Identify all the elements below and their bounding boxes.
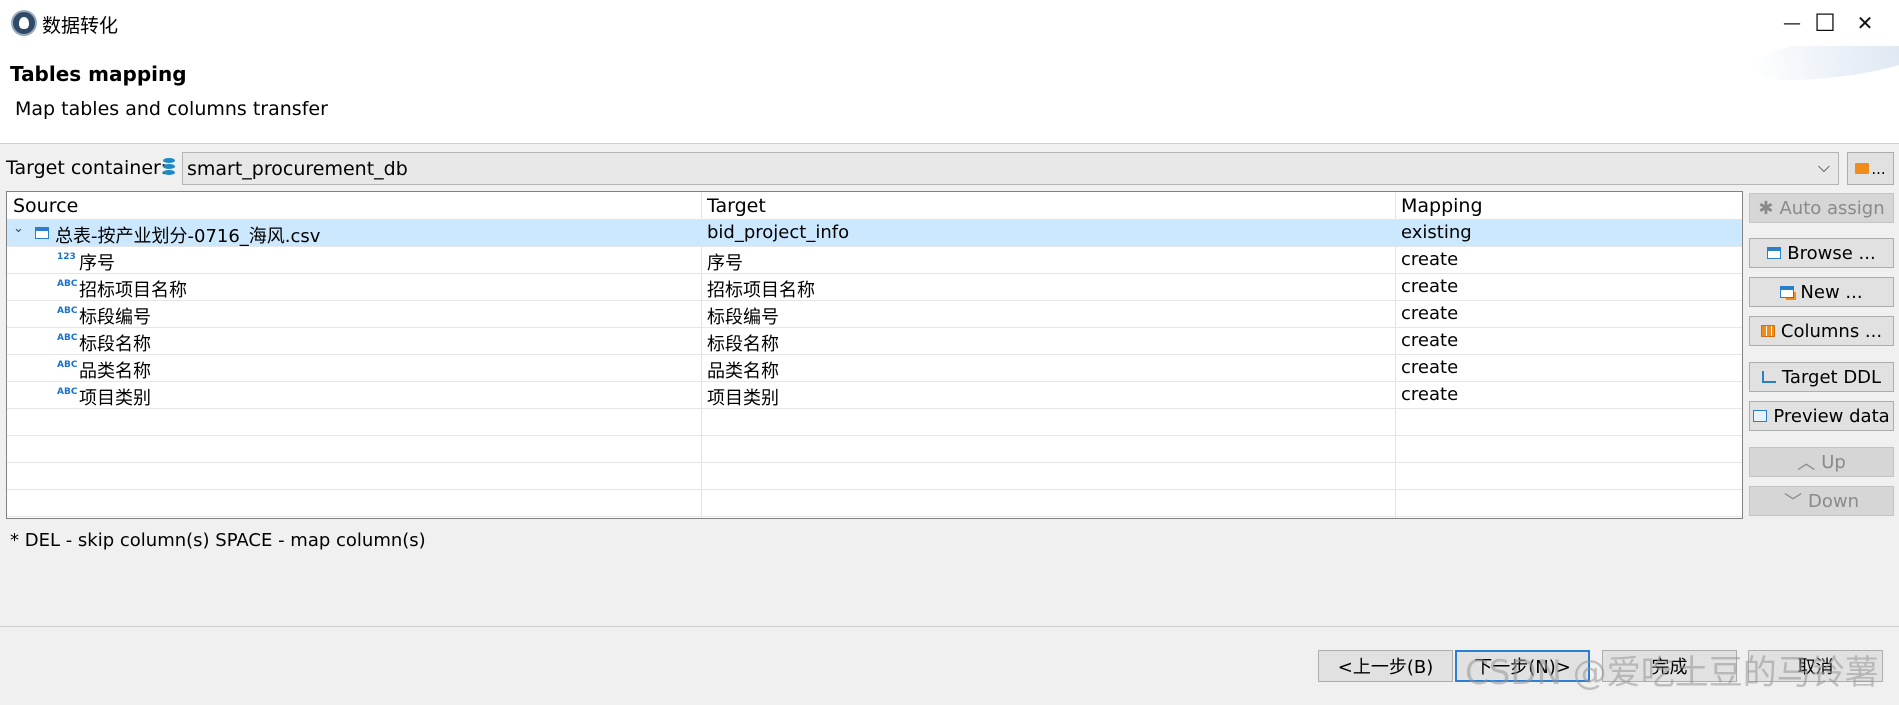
window-title: 数据转化 xyxy=(42,15,119,37)
columns-button[interactable]: Columns ... xyxy=(1749,316,1894,346)
down-label: Down xyxy=(1807,490,1859,512)
table-header: Source Target Mapping xyxy=(7,192,1742,220)
source-cell: 序号 xyxy=(79,253,115,274)
mapping-cell: create xyxy=(1401,384,1459,405)
auto-assign-label: Auto assign xyxy=(1779,197,1885,219)
preview-data-button[interactable]: Preview data xyxy=(1749,401,1894,431)
empty-row xyxy=(7,490,1742,517)
source-cell: 总表-按产业划分-0716_海风.csv xyxy=(55,226,321,247)
target-cell: 品类名称 xyxy=(707,361,779,382)
auto-assign-button[interactable]: ✱ Auto assign xyxy=(1749,193,1894,223)
up-label: Up xyxy=(1821,451,1846,473)
column-header-source[interactable]: Source xyxy=(13,195,78,217)
mapping-cell: create xyxy=(1401,357,1459,378)
table-row[interactable]: 123 序号 序号 create xyxy=(7,247,1742,274)
watermark: CSDN @爱吃土豆的马铃薯 xyxy=(1465,653,1879,693)
empty-row xyxy=(7,463,1742,490)
container-browse-label: ... xyxy=(1871,159,1886,178)
source-cell: 标段编号 xyxy=(79,307,151,328)
app-logo-icon xyxy=(11,10,37,36)
string-type-icon: ABC xyxy=(57,360,78,370)
footer-divider xyxy=(0,626,1899,627)
table-row[interactable]: ⌄ 总表-按产业划分-0716_海风.csv bid_project_info … xyxy=(7,220,1742,247)
container-browse-button[interactable]: ... xyxy=(1847,152,1894,185)
target-cell: 招标项目名称 xyxy=(707,280,815,301)
target-cell: bid_project_info xyxy=(707,222,850,243)
source-cell: 标段名称 xyxy=(79,334,151,355)
source-cell: 品类名称 xyxy=(79,361,151,382)
asterisk-icon: ✱ xyxy=(1758,197,1774,219)
close-button[interactable]: ✕ xyxy=(1832,0,1898,46)
target-cell: 项目类别 xyxy=(707,388,779,409)
new-label: New ... xyxy=(1800,281,1863,303)
title-bar: 数据转化 — xyxy=(0,0,1899,46)
preview-data-label: Preview data xyxy=(1773,405,1890,427)
new-button[interactable]: New ... xyxy=(1749,277,1894,307)
target-cell: 标段编号 xyxy=(707,307,779,328)
target-ddl-label: Target DDL xyxy=(1781,366,1882,388)
page-description: Map tables and columns transfer xyxy=(15,98,328,120)
browse-table-icon xyxy=(1767,247,1782,259)
table-row[interactable]: ABC 品类名称 品类名称 create xyxy=(7,355,1742,382)
back-button[interactable]: <上一步(B) xyxy=(1318,650,1453,682)
mapping-cell: create xyxy=(1401,303,1459,324)
empty-row xyxy=(7,409,1742,436)
target-cell: 序号 xyxy=(707,253,743,274)
mapping-cell: create xyxy=(1401,276,1459,297)
empty-row xyxy=(7,436,1742,463)
table-row[interactable]: ABC 标段名称 标段名称 create xyxy=(7,328,1742,355)
target-container-value: smart_procurement_db xyxy=(187,157,408,180)
columns-icon xyxy=(1760,325,1775,337)
number-type-icon: 123 xyxy=(57,252,76,262)
string-type-icon: ABC xyxy=(57,306,78,316)
mapping-cell: existing xyxy=(1401,222,1472,243)
target-cell: 标段名称 xyxy=(707,334,779,355)
table-row[interactable]: ABC 招标项目名称 招标项目名称 create xyxy=(7,274,1742,301)
columns-label: Columns ... xyxy=(1780,320,1883,342)
chevron-up-icon: ︿ xyxy=(1797,453,1816,474)
chevron-down-icon: ﹀ xyxy=(1783,492,1802,513)
chevron-down-icon[interactable]: ⌄ xyxy=(13,221,24,236)
wizard-header: Tables mapping Map tables and columns tr… xyxy=(0,46,1899,144)
column-header-mapping[interactable]: Mapping xyxy=(1401,195,1483,217)
mapping-table[interactable]: Source Target Mapping ⌄ 总表-按产业划分-0716_海风… xyxy=(6,191,1743,519)
preview-icon xyxy=(1753,410,1768,422)
table-row[interactable]: ABC 标段编号 标段编号 create xyxy=(7,301,1742,328)
column-header-target[interactable]: Target xyxy=(707,195,766,217)
database-icon xyxy=(163,158,176,176)
target-container-select[interactable]: smart_procurement_db ⌵ xyxy=(182,152,1839,185)
chevron-down-icon[interactable]: ⌵ xyxy=(1818,157,1830,177)
source-cell: 招标项目名称 xyxy=(79,280,187,301)
header-decoration xyxy=(1747,46,1899,90)
target-container-label: Target container: xyxy=(6,157,167,179)
keyboard-hint: * DEL - skip column(s) SPACE - map colum… xyxy=(10,530,426,551)
source-cell: 项目类别 xyxy=(79,388,151,409)
table-row[interactable]: ABC 项目类别 项目类别 create xyxy=(7,382,1742,409)
up-button[interactable]: ︿ Up xyxy=(1749,447,1894,477)
string-type-icon: ABC xyxy=(57,387,78,397)
down-button[interactable]: ﹀ Down xyxy=(1749,486,1894,516)
mapping-cell: create xyxy=(1401,330,1459,351)
folder-icon xyxy=(1855,163,1870,174)
new-table-icon xyxy=(1780,286,1795,298)
string-type-icon: ABC xyxy=(57,279,78,289)
string-type-icon: ABC xyxy=(57,333,78,343)
close-icon: ✕ xyxy=(1856,11,1874,35)
browse-label: Browse ... xyxy=(1787,242,1876,264)
table-icon xyxy=(35,227,49,239)
mapping-cell: create xyxy=(1401,249,1459,270)
page-title: Tables mapping xyxy=(10,62,187,86)
browse-button[interactable]: Browse ... xyxy=(1749,238,1894,268)
ddl-icon xyxy=(1761,371,1776,383)
back-label: <上一步(B) xyxy=(1337,657,1434,678)
target-ddl-button[interactable]: Target DDL xyxy=(1749,362,1894,392)
